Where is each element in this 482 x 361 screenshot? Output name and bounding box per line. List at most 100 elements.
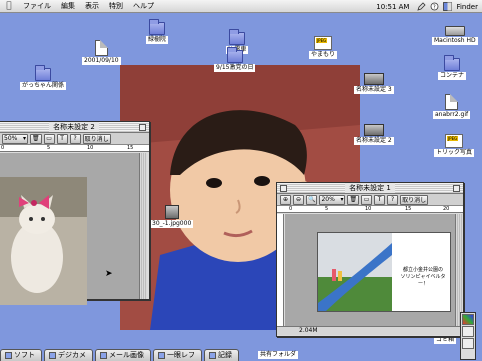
desktop-folder-1-label: 緑樹院	[146, 36, 169, 44]
frame-tool-icon[interactable]: ▭	[361, 194, 373, 205]
status-bar: 2.04M	[277, 326, 463, 335]
jpeg-file-icon: JPEG	[445, 134, 463, 148]
zoom-select[interactable]: 50% ▾	[2, 133, 28, 144]
color-wheel-icon[interactable]	[462, 314, 474, 325]
desktop-folder-3-label: 9/15激党の日	[214, 64, 256, 72]
desktop-folder-4[interactable]: がっちゃん関係	[20, 65, 67, 90]
undo-button[interactable]: 取り消し	[400, 194, 429, 205]
trash-tool-icon[interactable]: 🗑	[30, 133, 42, 144]
tab-label: ソフト	[14, 351, 35, 359]
window-untitled-1[interactable]: 名称未設定 1 ⊕ ⊖ 🔍 20% ▾ 🗑 ▭ T ? 取り消し 0 5 10 1…	[276, 182, 464, 337]
cat-photo	[0, 177, 87, 305]
photo-caption: 都立小金井公園の ソリンピャイベルター！	[396, 267, 450, 288]
desktop-jpeg-2-label: トリック写真	[434, 149, 475, 157]
canvas-area[interactable]: ➤	[0, 153, 139, 305]
desktop-picture-1[interactable]: 名称未設定 3	[354, 73, 394, 94]
finder-app-label[interactable]: Finder	[454, 3, 482, 11]
finder-app-icon[interactable]	[443, 2, 453, 11]
zoom-box-icon[interactable]	[453, 185, 460, 192]
window-titlebar[interactable]: 名称未設定 2	[0, 122, 149, 133]
picture-file-icon	[363, 124, 384, 136]
pencil-icon[interactable]	[417, 2, 427, 11]
tab-label: 記録	[218, 351, 232, 359]
zoom-out-icon[interactable]: ⊖	[293, 194, 304, 205]
tab-label: デジカメ	[58, 351, 86, 359]
folder-icon	[5, 352, 12, 359]
help-tool-icon[interactable]: ?	[69, 133, 81, 144]
folder-icon	[158, 352, 165, 359]
desktop-folder-5[interactable]: コンテナ	[438, 55, 467, 80]
apple-menu-icon[interactable]: 	[0, 1, 18, 11]
picture-file-icon	[363, 73, 384, 85]
slide-photo	[318, 233, 392, 311]
menu-edit[interactable]: 編集	[56, 0, 80, 13]
trash-tool-icon[interactable]: 🗑	[347, 194, 360, 205]
svg-text:?: ?	[433, 5, 436, 11]
folder-icon	[229, 29, 246, 45]
canvas-area[interactable]: 都立小金井公園の ソリンピャイベルター！	[285, 214, 455, 326]
tab-label: 一眼レフ	[167, 351, 195, 359]
mouse-cursor-icon: ➤	[105, 269, 113, 279]
tab-soft[interactable]: ソフト	[0, 349, 42, 361]
help-balloon-icon[interactable]: ?	[430, 2, 439, 11]
caption-line-2: ソリンピャイベルター！	[400, 274, 446, 287]
desktop-hard-disk-label: Macintosh HD	[432, 37, 478, 45]
desktop-jpeg-3[interactable]: 30_-1.jpg000	[150, 205, 194, 228]
tab-slr[interactable]: 一眼レフ	[153, 349, 202, 361]
page-frame[interactable]: 都立小金井公園の ソリンピャイベルター！	[317, 232, 451, 312]
desktop-picture-2[interactable]: 名称未設定 2	[354, 124, 394, 145]
horizontal-ruler: 0 5 10 15	[0, 145, 149, 152]
picture-file-icon	[164, 205, 179, 219]
menu-help[interactable]: ヘルプ	[128, 0, 159, 13]
help-tool-icon[interactable]: ?	[387, 194, 399, 205]
folder-icon	[209, 352, 216, 359]
window-title: 名称未設定 2	[49, 122, 99, 132]
desktop-jpeg-3-label: 30_-1.jpg000	[150, 220, 194, 228]
desktop-hard-disk[interactable]: Macintosh HD	[432, 26, 478, 45]
undo-button[interactable]: 取り消し	[82, 133, 111, 144]
hard-disk-icon	[444, 26, 465, 36]
trash-label: ゴミ箱	[434, 336, 457, 344]
folder-icon	[49, 352, 56, 359]
folder-icon	[35, 65, 51, 81]
desktop-folder-1[interactable]: 緑樹院	[146, 19, 169, 44]
menu-file[interactable]: ファイル	[18, 0, 56, 13]
file-size-status: 2.04M	[299, 327, 318, 334]
tab-mail-images[interactable]: メール画像	[95, 349, 151, 361]
desktop-gif-label: anabrr2.gif	[433, 111, 471, 119]
folder-tab-bar: ソフト デジカメ メール画像 一眼レフ 記録	[0, 348, 482, 361]
desktop-folder-3[interactable]: 9/15激党の日	[214, 47, 256, 72]
tab-label: メール画像	[109, 351, 144, 359]
vertical-scrollbar[interactable]	[455, 214, 463, 326]
vertical-scrollbar[interactable]	[139, 153, 147, 299]
close-box-icon[interactable]	[280, 185, 287, 192]
chevron-down-icon: ▾	[340, 196, 344, 203]
menu-view[interactable]: 表示	[80, 0, 104, 13]
desktop-doc-date-label: 2001/09/10	[82, 57, 121, 65]
tab-records[interactable]: 記録	[204, 349, 239, 361]
caption-line-1: 都立小金井公園の	[402, 267, 443, 273]
text-tool-icon[interactable]: T	[374, 194, 386, 205]
desktop-jpeg-1[interactable]: JPEG やまもり	[309, 36, 338, 59]
folder-icon	[149, 19, 165, 35]
gif-file-icon	[445, 94, 459, 110]
vertical-ruler	[277, 214, 284, 326]
desktop-doc-date[interactable]: 2001/09/10	[82, 40, 121, 65]
magnifier-icon[interactable]: 🔍	[306, 194, 318, 205]
zoom-in-icon[interactable]: ⊕	[280, 194, 291, 205]
zoom-select[interactable]: 20% ▾	[319, 194, 346, 205]
menu-special[interactable]: 特別	[104, 0, 128, 13]
window-untitled-2[interactable]: 名称未設定 2 50% ▾ 🗑 ▭ T ? 取り消し 0 5 10 15 ➤	[0, 121, 150, 305]
palette-tool-icon[interactable]	[462, 326, 474, 337]
window-title: 名称未設定 1	[345, 183, 395, 193]
zoom-box-icon[interactable]	[139, 124, 146, 131]
desktop-jpeg-1-label: やまもり	[309, 51, 338, 59]
frame-tool-icon[interactable]: ▭	[43, 133, 55, 144]
desktop-gif[interactable]: anabrr2.gif	[433, 94, 471, 119]
desktop-picture-1-label: 名称未設定 3	[354, 86, 394, 94]
desktop-jpeg-2[interactable]: JPEG トリック写真	[434, 134, 475, 157]
window-titlebar[interactable]: 名称未設定 1	[277, 183, 463, 194]
tab-digicam[interactable]: デジカメ	[44, 349, 93, 361]
text-tool-icon[interactable]: T	[56, 133, 68, 144]
menu-clock[interactable]: 10:51 AM	[370, 3, 415, 11]
